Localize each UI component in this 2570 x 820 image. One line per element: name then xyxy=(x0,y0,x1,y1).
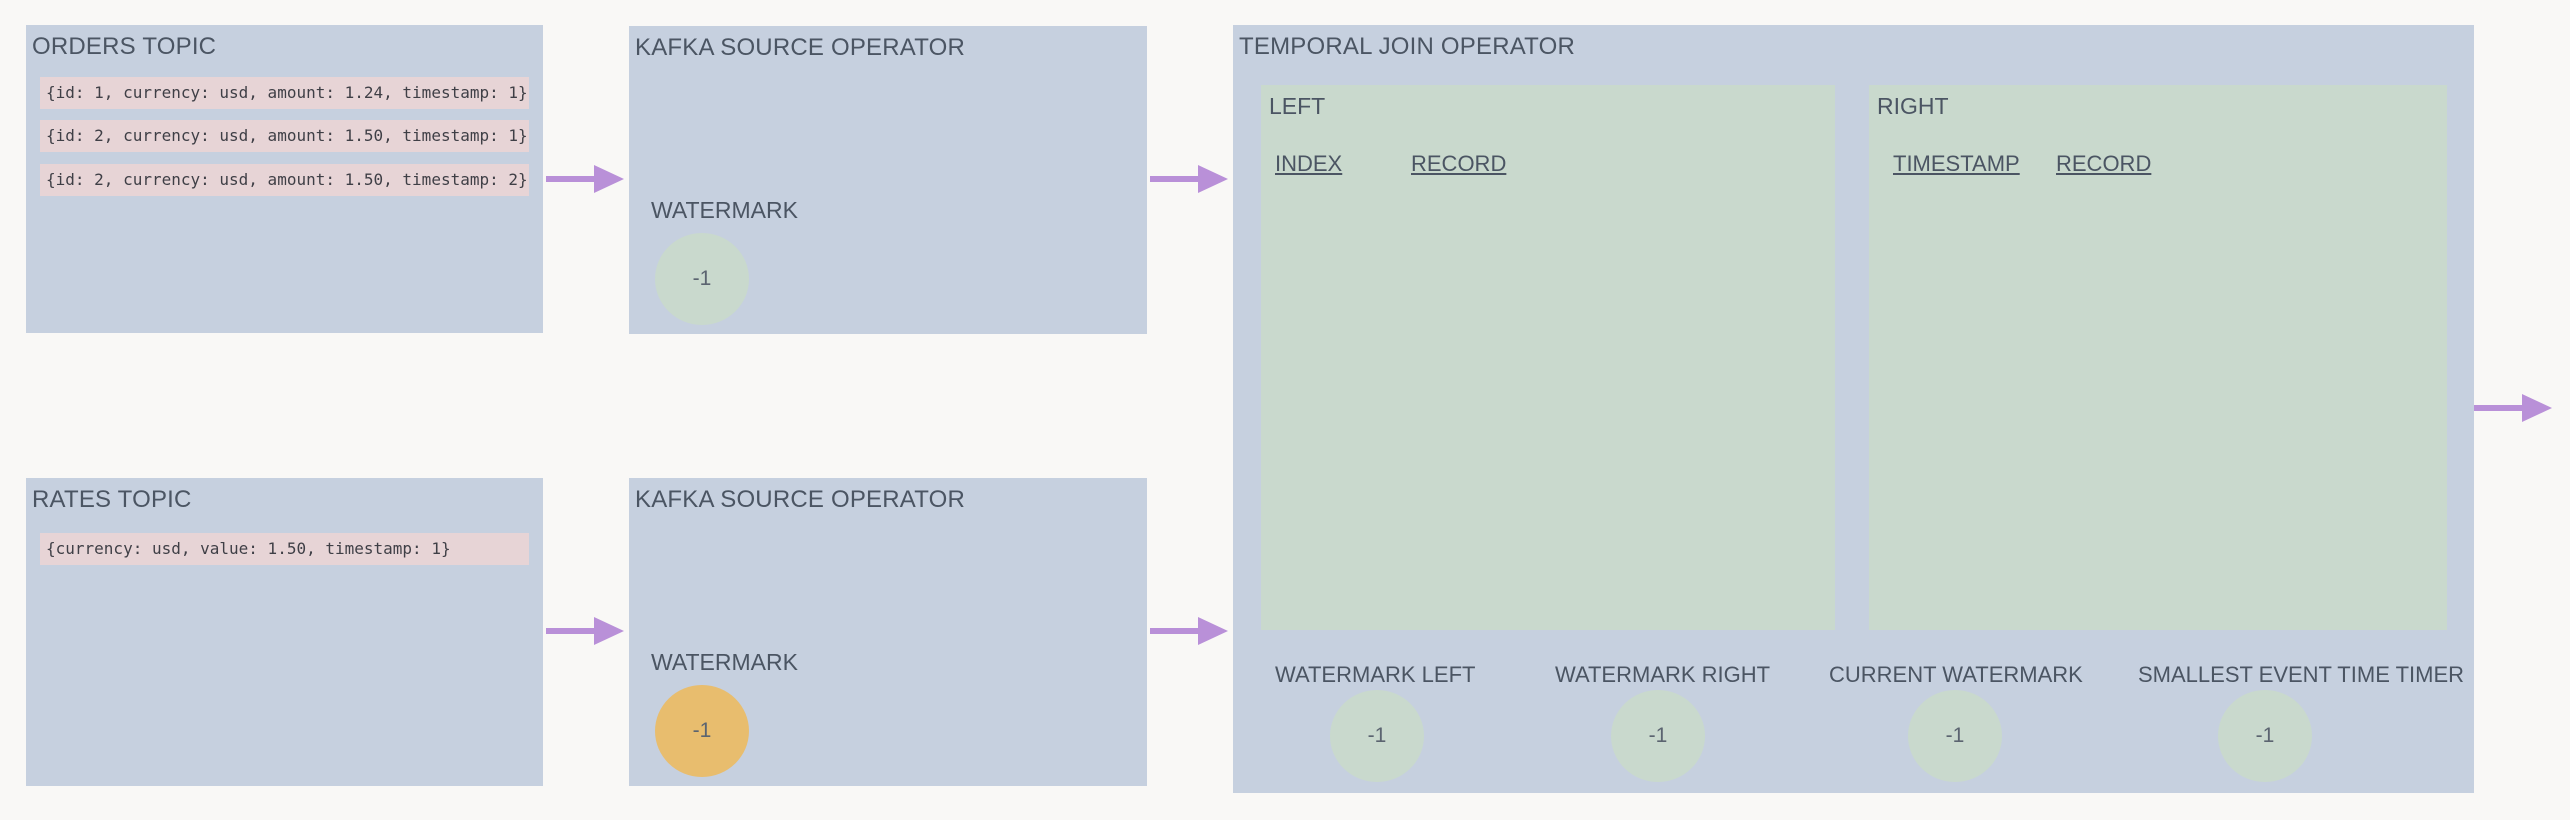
kafka-source-title: KAFKA SOURCE OPERATOR xyxy=(635,486,966,513)
watermark-right-circle: -1 xyxy=(1611,690,1705,782)
orders-topic-box: ORDERS TOPIC {id: 1, currency: usd, amou… xyxy=(26,25,543,333)
watermark-circle: -1 xyxy=(655,685,749,777)
smallest-timer-value: -1 xyxy=(2255,724,2275,747)
right-panel-title: RIGHT xyxy=(1877,93,1949,119)
watermark-left-value: -1 xyxy=(1367,724,1387,747)
left-state-panel: LEFT INDEX RECORD xyxy=(1261,85,1835,630)
column-header-index: INDEX xyxy=(1275,151,1343,176)
watermark-value: -1 xyxy=(692,719,712,742)
orders-record[interactable]: {id: 2, currency: usd, amount: 1.50, tim… xyxy=(40,120,529,152)
smallest-timer-circle: -1 xyxy=(2218,690,2312,782)
current-watermark-value: -1 xyxy=(1945,724,1965,747)
arrow-right-icon xyxy=(1150,165,1228,193)
watermark-value: -1 xyxy=(692,267,712,290)
column-header-timestamp: TIMESTAMP xyxy=(1893,151,2020,176)
kafka-source-title: KAFKA SOURCE OPERATOR xyxy=(635,34,966,61)
watermark-label: WATERMARK xyxy=(651,197,798,223)
current-watermark-circle: -1 xyxy=(1908,690,2002,782)
current-watermark-label: CURRENT WATERMARK xyxy=(1829,662,2083,687)
rates-topic-title: RATES TOPIC xyxy=(32,486,192,513)
arrow-right-icon xyxy=(1150,617,1228,645)
watermark-right-value: -1 xyxy=(1648,724,1668,747)
arrow-right-icon xyxy=(2474,394,2552,422)
kafka-source-orders-box: KAFKA SOURCE OPERATOR WATERMARK -1 xyxy=(629,26,1147,334)
smallest-timer-label: SMALLEST EVENT TIME TIMER xyxy=(2138,662,2465,687)
orders-record[interactable]: {id: 1, currency: usd, amount: 1.24, tim… xyxy=(40,77,529,109)
watermark-label: WATERMARK xyxy=(651,649,798,675)
watermark-left-label: WATERMARK LEFT xyxy=(1275,662,1476,687)
left-panel-title: LEFT xyxy=(1269,93,1326,119)
right-state-panel: RIGHT TIMESTAMP RECORD xyxy=(1869,85,2447,630)
rates-record[interactable]: {currency: usd, value: 1.50, timestamp: … xyxy=(40,533,529,565)
temporal-join-box: TEMPORAL JOIN OPERATOR LEFT INDEX RECORD… xyxy=(1233,25,2474,793)
kafka-source-rates-box: KAFKA SOURCE OPERATOR WATERMARK -1 xyxy=(629,478,1147,786)
orders-record[interactable]: {id: 2, currency: usd, amount: 1.50, tim… xyxy=(40,164,529,196)
watermark-circle: -1 xyxy=(655,233,749,325)
temporal-join-title: TEMPORAL JOIN OPERATOR xyxy=(1239,33,1576,60)
arrow-right-icon xyxy=(546,617,624,645)
arrow-right-icon xyxy=(546,165,624,193)
rates-topic-box: RATES TOPIC {currency: usd, value: 1.50,… xyxy=(26,478,543,786)
orders-topic-title: ORDERS TOPIC xyxy=(32,33,217,60)
column-header-record: RECORD xyxy=(1411,151,1507,176)
watermark-right-label: WATERMARK RIGHT xyxy=(1555,662,1771,687)
column-header-record: RECORD xyxy=(2056,151,2152,176)
watermark-left-circle: -1 xyxy=(1330,690,1424,782)
